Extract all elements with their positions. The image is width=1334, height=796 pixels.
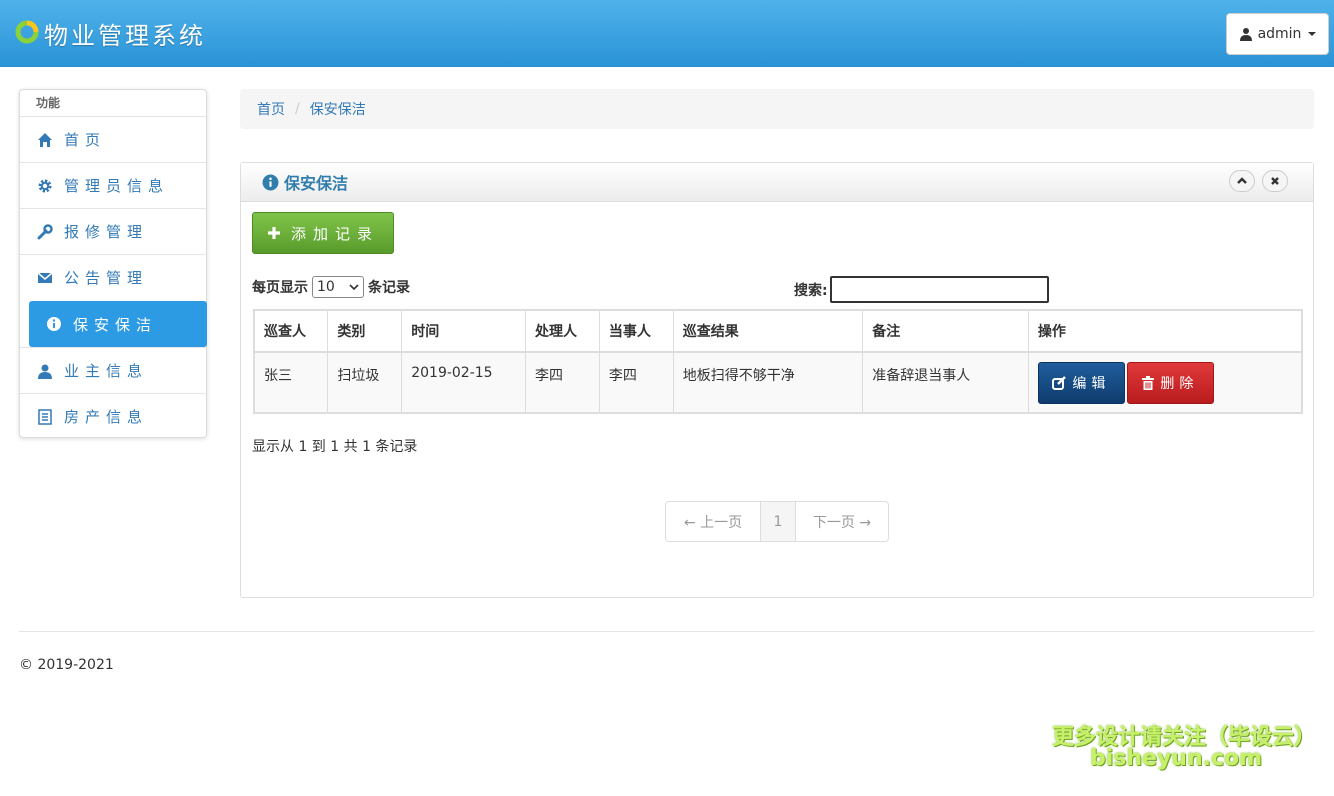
- close-icon: [1271, 177, 1279, 185]
- sidebar-item-security-cleaning[interactable]: 保安保洁: [29, 301, 207, 347]
- actions-cell: 编辑 删除: [1027, 351, 1303, 414]
- delete-button[interactable]: 删除: [1126, 362, 1214, 404]
- sidebar-item-label: 业主信息: [64, 362, 149, 380]
- search-label: 搜索:: [794, 282, 828, 299]
- collapse-button[interactable]: [1229, 170, 1255, 192]
- table-cell: 李四: [525, 351, 600, 414]
- panel-title: 保安保洁: [284, 174, 349, 193]
- pagination: ← 上一页 1 下一页 →: [665, 501, 889, 542]
- gear-icon: [36, 177, 54, 195]
- top-navbar: 物业管理系统 admin: [0, 0, 1334, 67]
- length-suffix: 条记录: [368, 280, 410, 296]
- sidebar-item-label: 房产信息: [64, 408, 149, 426]
- trash-icon: [1142, 376, 1155, 390]
- user-name: admin: [1257, 26, 1302, 42]
- caret-down-icon: [1308, 32, 1317, 36]
- chevron-down-icon: [349, 283, 359, 290]
- logo-icon: [15, 20, 39, 44]
- sidebar-item-label: 首页: [64, 131, 107, 149]
- search-input[interactable]: [829, 276, 1049, 303]
- sidebar-title: 功能: [36, 96, 61, 110]
- sidebar-item-label: 保安保洁: [73, 315, 158, 334]
- column-header: 操作: [1027, 309, 1303, 353]
- delete-label: 删除: [1160, 376, 1199, 392]
- edit-icon: [1052, 376, 1067, 390]
- table-cell: 李四: [598, 351, 674, 414]
- page-number-button[interactable]: 1: [761, 502, 796, 541]
- envelope-icon: [36, 269, 54, 287]
- table-row: 张三 扫垃圾 2019-02-15 李四 李四 地板扫得不够干净 准备辞退当事人…: [253, 351, 1303, 414]
- add-record-label: 添加记录: [290, 224, 379, 243]
- records-table: 巡查人 类别 时间 处理人 当事人 巡查结果 备注 操作 张三 扫垃圾 2019…: [253, 309, 1303, 414]
- sidebar-item-property-info[interactable]: 房产信息: [20, 393, 206, 439]
- panel-header: 保安保洁: [241, 163, 1313, 202]
- user-icon: [1239, 28, 1252, 41]
- plus-icon: [267, 227, 280, 239]
- edit-button[interactable]: 编辑: [1037, 362, 1125, 404]
- page-length-value: 10: [317, 279, 335, 295]
- app-title: 物业管理系统: [44, 22, 206, 50]
- sidebar-item-label: 报修管理: [64, 223, 149, 241]
- column-header[interactable]: 当事人: [598, 309, 674, 353]
- next-page-button[interactable]: 下一页 →: [796, 502, 888, 541]
- column-header[interactable]: 处理人: [525, 309, 600, 353]
- home-icon: [36, 131, 54, 149]
- breadcrumb-current-link[interactable]: 保安保洁: [310, 99, 366, 119]
- sidebar-item-label: 管理员信息: [64, 177, 170, 195]
- user-icon: [36, 362, 54, 380]
- table-cell: 准备辞退当事人: [862, 351, 1029, 414]
- sidebar-item-repair[interactable]: 报修管理: [20, 208, 206, 254]
- chevron-up-icon: [1237, 177, 1247, 184]
- sidebar-item-admin-info[interactable]: 管理员信息: [20, 162, 206, 208]
- sidebar-item-notice[interactable]: 公告管理: [20, 254, 206, 300]
- watermark-url: bisheyun.com: [1090, 746, 1263, 771]
- table-cell: 扫垃圾: [327, 351, 403, 414]
- page-length-select[interactable]: 10: [312, 276, 364, 298]
- page-length-control: 每页显示 10 条记录: [252, 276, 410, 298]
- edit-label: 编辑: [1072, 376, 1111, 392]
- table-cell: 地板扫得不够干净: [672, 351, 864, 414]
- table-cell: 2019-02-15: [401, 351, 527, 414]
- wrench-icon: [36, 223, 54, 241]
- prev-page-button[interactable]: ← 上一页: [666, 502, 761, 541]
- table-info: 显示从 1 到 1 共 1 条记录: [252, 439, 418, 455]
- close-panel-button[interactable]: [1262, 170, 1288, 192]
- table-header-row: 巡查人 类别 时间 处理人 当事人 巡查结果 备注 操作: [253, 309, 1303, 353]
- breadcrumb-separator: /: [295, 101, 300, 117]
- add-record-button[interactable]: 添加记录: [252, 212, 394, 254]
- column-header[interactable]: 类别: [327, 309, 403, 353]
- column-header[interactable]: 巡查人: [253, 309, 329, 353]
- sidebar-item-owner-info[interactable]: 业主信息: [20, 347, 206, 393]
- length-prefix: 每页显示: [252, 280, 308, 296]
- breadcrumb-home-link[interactable]: 首页: [257, 99, 285, 119]
- content-panel: 保安保洁 添加记录 每页显示 10 条记录 搜索: 巡查人 类别 时间 处理人 …: [240, 162, 1314, 598]
- info-icon: [45, 315, 63, 333]
- list-icon: [36, 408, 54, 426]
- sidebar: 功能 首页 管理员信息 报修管理 公告管理 保安保洁 业主信息 房产信息: [19, 89, 207, 438]
- search-control: 搜索:: [794, 276, 1049, 303]
- breadcrumb: 首页 / 保安保洁: [240, 89, 1314, 129]
- column-header[interactable]: 备注: [862, 309, 1029, 353]
- user-menu-button[interactable]: admin: [1226, 13, 1329, 55]
- copyright: © 2019-2021: [19, 657, 114, 673]
- footer-divider: [19, 631, 1314, 632]
- column-header[interactable]: 时间: [401, 309, 527, 353]
- table-cell: 张三: [253, 351, 329, 414]
- column-header[interactable]: 巡查结果: [672, 309, 864, 353]
- sidebar-item-home[interactable]: 首页: [20, 116, 206, 162]
- info-icon: [262, 174, 279, 190]
- sidebar-item-label: 公告管理: [64, 269, 149, 287]
